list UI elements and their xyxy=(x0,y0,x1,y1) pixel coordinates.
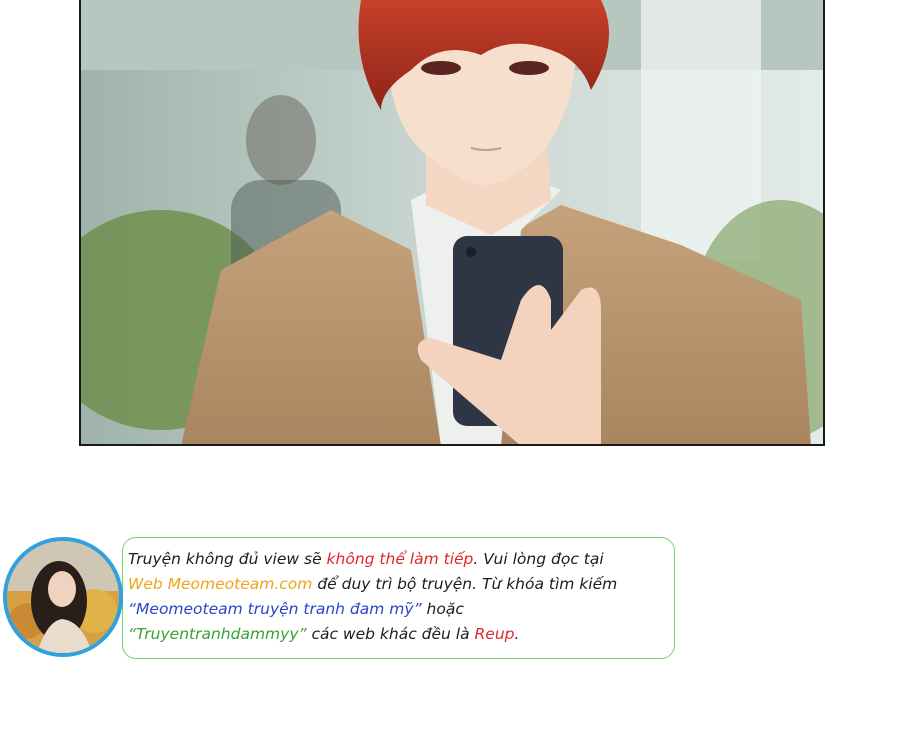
notice-text-segment: hoặc xyxy=(421,600,464,618)
notice-text-segment: các web khác đều là xyxy=(306,625,475,643)
notice-text-segment: . xyxy=(514,625,520,643)
notice-line-2: Web Meomeoteam.com để duy trì bộ truyện.… xyxy=(128,572,673,597)
website-link[interactable]: Web Meomeoteam.com xyxy=(128,575,312,593)
notice-text-segment: để duy trì bộ truyện. Từ khóa tìm kiếm xyxy=(312,575,618,593)
comic-panel xyxy=(79,0,825,446)
search-keyword-2: “Truyentranhdammyy” xyxy=(128,625,307,643)
notice-text-segment: . Vui lòng đọc tại xyxy=(473,550,604,568)
notice-text-segment: Truyện không đủ view sẽ xyxy=(128,550,327,568)
notice-text: Truyện không đủ view sẽ không thể làm ti… xyxy=(128,547,673,647)
notice-line-4: “Truyentranhdammyy” các web khác đều là … xyxy=(128,622,673,647)
notice-line-1: Truyện không đủ view sẽ không thể làm ti… xyxy=(128,547,673,572)
notice-highlight-red: không thể làm tiếp xyxy=(326,550,474,568)
notice-line-3: “Meomeoteam truyện tranh đam mỹ” hoặc xyxy=(128,597,673,622)
avatar-portrait xyxy=(7,541,119,653)
search-keyword-1: “Meomeoteam truyện tranh đam mỹ” xyxy=(128,600,422,618)
avatar xyxy=(3,537,123,657)
notice-highlight-red: Reup xyxy=(474,625,515,643)
comic-illustration xyxy=(81,0,823,444)
